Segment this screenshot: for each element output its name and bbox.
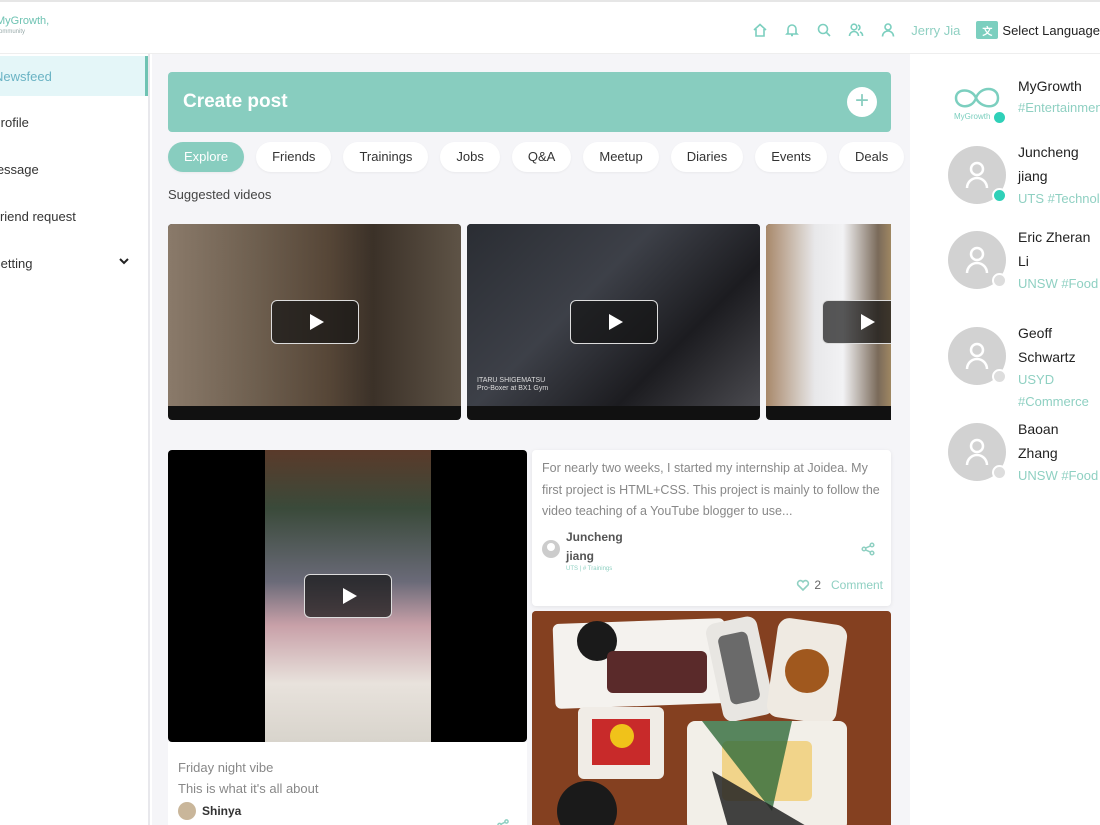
play-icon[interactable] <box>270 300 359 344</box>
friend-tag: UTS #Technology <box>1018 191 1100 206</box>
tab-events[interactable]: Events <box>755 142 827 172</box>
play-icon[interactable] <box>569 300 658 344</box>
video-card[interactable]: ITARU SHIGEMATSU Pro-Boxer at BX1 Gym <box>467 224 760 420</box>
sidebar-item-label: Profile <box>0 114 29 130</box>
tab-diaries[interactable]: Diaries <box>670 142 744 172</box>
sidebar: Newsfeed Profile Message Friend request … <box>0 54 150 825</box>
friend-tag: #Entertainment <box>1018 100 1100 115</box>
friend-tag: UNSW #Food <box>1018 276 1099 291</box>
post-title: Friday night vibe <box>178 760 274 775</box>
text-post-card[interactable]: For nearly two weeks, I started my inter… <box>532 450 891 606</box>
offline-status-dot <box>992 369 1007 384</box>
top-bar: MyGrowth, community Jerry Jia 文 Select L… <box>0 0 1100 54</box>
tab-qa[interactable]: Q&A <box>511 142 572 172</box>
post-author-last[interactable]: jiang <box>566 547 623 566</box>
friend-tag: UNSW #Food <box>1018 468 1099 483</box>
friend-tag: USYD <box>1018 372 1055 387</box>
video-caption-title: ITARU SHIGEMATSU <box>477 377 546 384</box>
post-author-first[interactable]: Juncheng <box>566 528 623 547</box>
tab-trainings[interactable]: Trainings <box>343 142 429 172</box>
tab-jobs[interactable]: Jobs <box>440 142 500 172</box>
plus-icon[interactable]: + <box>847 87 877 117</box>
friend-name-last: Zhang <box>1018 445 1058 461</box>
main-feed: Create post + Explore Friends Trainings … <box>152 54 910 825</box>
users-icon[interactable] <box>847 21 865 39</box>
photo-post[interactable] <box>532 611 891 825</box>
logo-text: MyGrowth <box>954 112 991 121</box>
friend-name-first: Eric Zheran <box>1018 229 1091 245</box>
tab-deals[interactable]: Deals <box>838 142 905 172</box>
play-icon[interactable] <box>822 300 891 344</box>
logo-subtext: community <box>0 29 26 35</box>
chevron-down-icon[interactable] <box>119 255 130 270</box>
sidebar-item-label: Setting <box>0 255 33 271</box>
video-card[interactable] <box>168 224 461 420</box>
friend-tag-secondary: #Commerce <box>1018 394 1089 409</box>
online-status-dot <box>992 110 1007 125</box>
friend-name-first: Geoff <box>1018 325 1052 341</box>
video-post[interactable] <box>168 450 527 742</box>
heart-icon <box>797 579 810 592</box>
language-select[interactable]: Select Language <box>1002 23 1100 38</box>
offline-status-dot <box>992 465 1007 480</box>
friend-name-first: Baoan <box>1018 421 1059 437</box>
tab-meetup[interactable]: Meetup <box>583 142 659 172</box>
sidebar-item-label: Message <box>0 161 39 177</box>
create-post-bar[interactable]: Create post + <box>168 72 891 132</box>
online-status-dot <box>992 188 1007 203</box>
friend-name-first: Juncheng <box>1018 144 1079 160</box>
post-text: This is what it's all about <box>178 781 319 796</box>
sidebar-item-newsfeed[interactable]: Newsfeed <box>0 56 148 96</box>
sidebar-item-message[interactable]: Message <box>0 149 146 189</box>
video-card[interactable] <box>766 224 891 420</box>
user-icon[interactable] <box>879 21 897 39</box>
suggested-videos-title: Suggested videos <box>168 187 272 202</box>
friend-name-last: Schwartz <box>1018 349 1076 365</box>
logo-text: MyGrowth, <box>0 15 50 27</box>
suggested-videos-row: ITARU SHIGEMATSU Pro-Boxer at BX1 Gym <box>168 224 891 420</box>
share-icon[interactable] <box>861 542 875 561</box>
friend-name-last: jiang <box>1018 168 1048 184</box>
post-body: For nearly two weeks, I started my inter… <box>542 461 880 518</box>
video-caption-subtitle: Pro-Boxer at BX1 Gym <box>477 385 549 393</box>
search-icon[interactable] <box>815 21 833 39</box>
friends-panel: MyGrowth MyGrowth #Entertainment Junchen… <box>910 54 1100 825</box>
tab-explore[interactable]: Explore <box>168 142 245 172</box>
sidebar-item-profile[interactable]: Profile <box>0 102 146 142</box>
comment-button[interactable]: Comment <box>831 578 883 592</box>
sidebar-item-friend-request[interactable]: Friend request <box>0 196 146 236</box>
share-icon[interactable] <box>497 818 509 825</box>
post-meta: UTS | # Trainings <box>566 566 613 572</box>
sidebar-item-setting[interactable]: Setting <box>0 243 146 283</box>
bell-icon[interactable] <box>783 21 801 39</box>
friend-name: MyGrowth <box>1018 78 1082 94</box>
translate-icon[interactable]: 文 <box>976 21 999 39</box>
video-caption: ITARU SHIGEMATSU Pro-Boxer at BX1 Gym <box>477 377 548 394</box>
avatar[interactable] <box>178 802 196 820</box>
tab-friends[interactable]: Friends <box>256 142 332 172</box>
like-count: 2 <box>814 578 821 592</box>
logo[interactable]: MyGrowth, community <box>0 15 50 36</box>
like-button[interactable]: 2 <box>796 578 821 592</box>
avatar[interactable] <box>542 540 560 558</box>
category-tabs: Explore Friends Trainings Jobs Q&A Meetu… <box>168 142 910 174</box>
play-icon[interactable] <box>303 574 392 618</box>
offline-status-dot <box>992 273 1007 288</box>
post-author[interactable]: Shinya <box>202 804 241 818</box>
post-card: Friday night vibe This is what it's all … <box>168 742 527 825</box>
food-photo <box>532 611 891 825</box>
sidebar-item-label: Newsfeed <box>0 68 52 84</box>
sidebar-item-label: Friend request <box>0 208 76 224</box>
friend-name-last: Li <box>1018 253 1029 269</box>
create-post-label: Create post <box>183 91 288 112</box>
user-name[interactable]: Jerry Jia <box>911 23 960 38</box>
home-icon[interactable] <box>751 21 769 39</box>
